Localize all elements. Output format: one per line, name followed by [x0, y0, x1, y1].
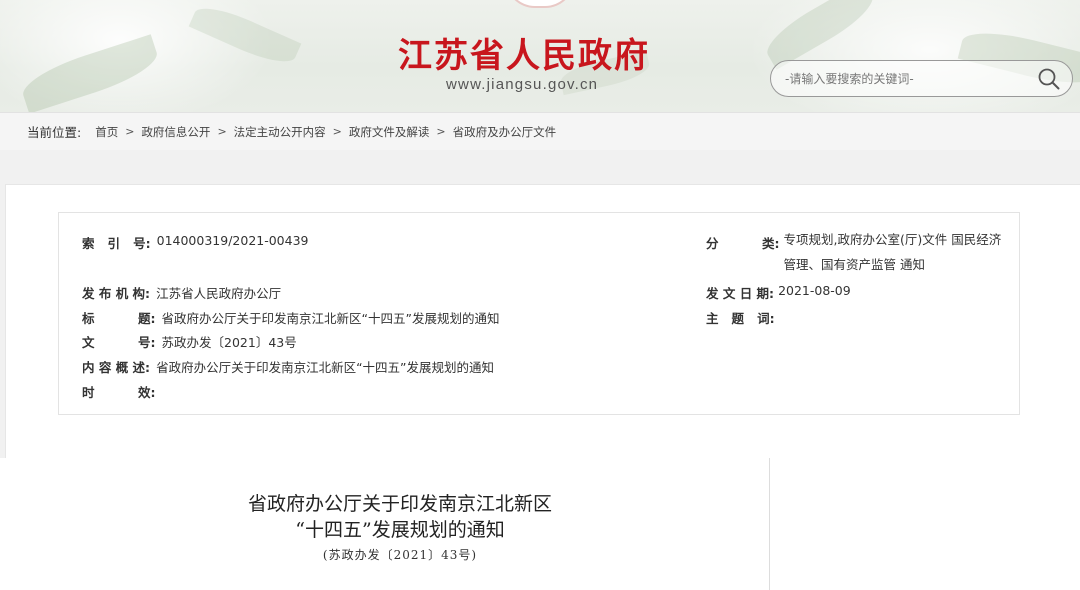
meta-category: 分 类: 专项规划,政府办公室(厅)文件 国民经济管理、国有资产监管 通知	[706, 232, 1006, 277]
breadcrumb-item-home[interactable]: 首页	[95, 124, 118, 140]
meta-label: 主 题 词:	[706, 311, 775, 326]
search-input[interactable]	[785, 69, 1025, 89]
meta-value: 苏政办发〔2021〕43号	[161, 335, 297, 350]
meta-label: 文 号:	[82, 335, 156, 350]
meta-label: 索 引 号:	[82, 236, 151, 251]
meta-label: 时 效:	[82, 385, 156, 400]
breadcrumb-separator: >	[125, 125, 135, 138]
breadcrumb-item-statutory-content[interactable]: 法定主动公开内容	[234, 124, 326, 140]
meta-keywords: 主 题 词:	[706, 308, 779, 327]
site-domain[interactable]: www.jiangsu.gov.cn	[446, 76, 598, 93]
meta-label: 发 布 机 构:	[82, 286, 151, 301]
meta-label: 标 题:	[82, 311, 156, 326]
meta-issuer: 发 布 机 构: 江苏省人民政府办公厅	[82, 283, 281, 302]
meta-value: 专项规划,政府办公室(厅)文件 国民经济管理、国有资产监管 通知	[783, 232, 1002, 272]
meta-value: 014000319/2021-00439	[156, 233, 309, 248]
breadcrumb-item-provincial-documents[interactable]: 省政府及办公厅文件	[453, 124, 557, 140]
breadcrumb-item-info-disclosure[interactable]: 政府信息公开	[141, 124, 210, 140]
leaf-decoration	[188, 0, 302, 72]
meta-doc-no: 文 号: 苏政办发〔2021〕43号	[82, 332, 297, 351]
meta-value: 省政府办公厅关于印发南京江北新区“十四五”发展规划的通知	[156, 360, 495, 375]
meta-label: 发 文 日 期:	[706, 286, 775, 301]
breadcrumb-separator: >	[436, 125, 446, 138]
meta-index-no: 索 引 号: 014000319/2021-00439	[82, 233, 309, 252]
document-title-line1: 省政府办公厅关于印发南京江北新区	[247, 493, 552, 515]
meta-label: 内 容 概 述:	[82, 360, 151, 375]
meta-value: 省政府办公厅关于印发南京江北新区“十四五”发展规划的通知	[161, 311, 500, 326]
breadcrumb: 当前位置: 首页 > 政府信息公开 > 法定主动公开内容 > 政府文件及解读 >…	[0, 112, 1080, 150]
meta-title: 标 题: 省政府办公厅关于印发南京江北新区“十四五”发展规划的通知	[82, 308, 499, 327]
leaf-decoration	[17, 34, 163, 112]
meta-label: 分 类:	[706, 236, 780, 251]
breadcrumb-item-gov-documents[interactable]: 政府文件及解读	[349, 124, 430, 140]
search-icon[interactable]	[1037, 67, 1061, 91]
emblem-icon	[505, 0, 575, 8]
search-box	[770, 60, 1073, 97]
breadcrumb-separator: >	[332, 125, 342, 138]
meta-issue-date: 发 文 日 期: 2021-08-09	[706, 283, 851, 302]
breadcrumb-label: 当前位置:	[27, 125, 82, 140]
site-title[interactable]: 江苏省人民政府	[398, 28, 688, 77]
meta-summary: 内 容 概 述: 省政府办公厅关于印发南京江北新区“十四五”发展规划的通知	[82, 357, 494, 376]
document-title-line2: “十四五”发展规划的通知	[295, 519, 505, 541]
meta-value: 2021-08-09	[778, 283, 851, 298]
meta-value: 江苏省人民政府办公厅	[156, 286, 282, 301]
breadcrumb-separator: >	[217, 125, 227, 138]
meta-validity: 时 效:	[82, 382, 162, 401]
document-number: (苏政办发〔2021〕43号)	[322, 548, 478, 562]
